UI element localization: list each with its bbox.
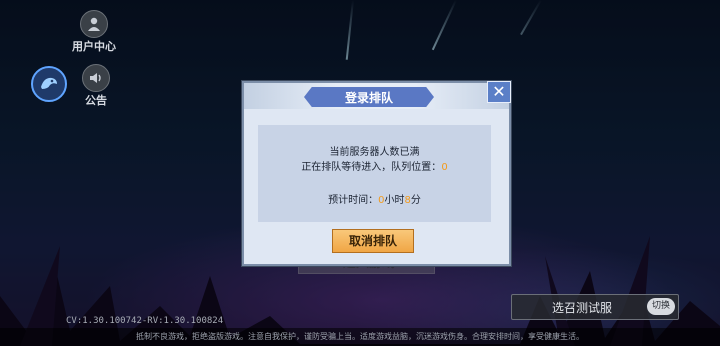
user-center-button[interactable]: 用户中心 xyxy=(72,10,116,54)
speaker-icon xyxy=(82,64,110,92)
queue-info-panel: 当前服务器人数已满 正在排队等待进入，队列位置：0 预计时间：0小时8分 xyxy=(258,125,491,222)
switch-server-button[interactable]: 切换 xyxy=(647,298,675,315)
user-center-label: 用户中心 xyxy=(72,40,116,53)
close-button[interactable]: ✕ xyxy=(487,81,511,103)
notice-label: 公告 xyxy=(85,94,107,107)
dialog-header: 登录排队 xyxy=(244,83,509,109)
version-text: CV:1.30.100742-RV:1.30.100824 xyxy=(66,316,224,326)
server-name: 选召测试服 xyxy=(552,301,613,315)
cancel-queue-button[interactable]: 取消排队 xyxy=(332,229,414,253)
dialog-title: 登录排队 xyxy=(304,87,434,107)
server-selector[interactable]: 选召测试服 切换 xyxy=(511,294,679,320)
notice-button[interactable]: 公告 xyxy=(82,64,110,108)
user-icon xyxy=(80,10,108,38)
queue-position-label: 正在排队等待进入，队列位置： xyxy=(301,162,442,173)
minutes-unit: 分 xyxy=(410,195,421,206)
estimated-time-label: 预计时间： xyxy=(328,195,379,206)
estimated-time-line: 预计时间：0小时8分 xyxy=(258,191,491,206)
hours-unit: 小时 xyxy=(384,195,405,206)
server-full-text: 当前服务器人数已满 xyxy=(329,147,420,158)
queue-position-value: 0 xyxy=(441,162,448,173)
dragon-emblem-icon[interactable] xyxy=(31,66,67,102)
queue-position-line: 正在排队等待进入，队列位置：0 xyxy=(258,158,491,173)
login-queue-dialog: 登录排队 ✕ 当前服务器人数已满 正在排队等待进入，队列位置：0 预计时间：0小… xyxy=(242,81,511,266)
health-notice-footer: 抵制不良游戏，拒绝盗版游戏。注意自我保护，谨防受骗上当。适度游戏益脑，沉迷游戏伤… xyxy=(0,328,720,346)
